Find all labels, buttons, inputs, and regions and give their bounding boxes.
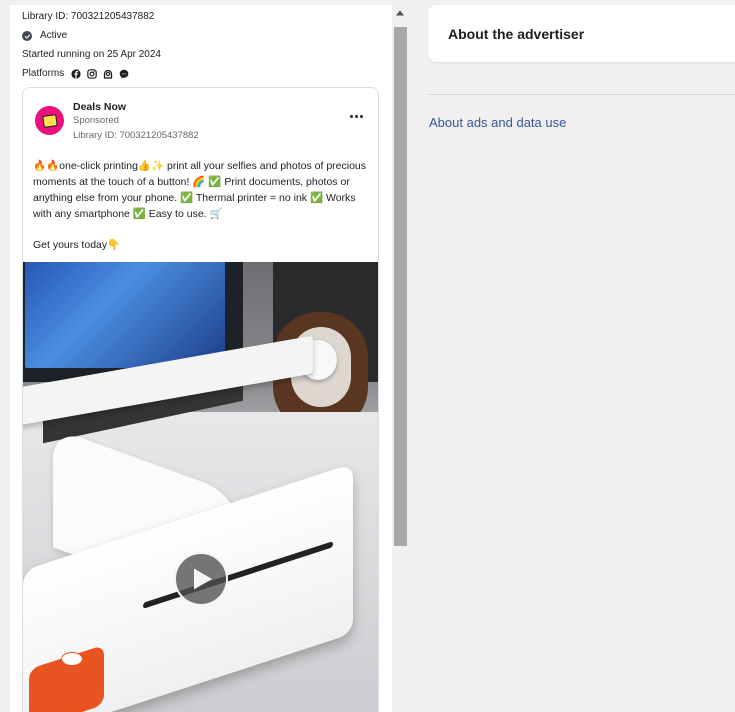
- library-id-text: Library ID: 700321205437882: [22, 11, 155, 22]
- platforms-row: Platforms: [22, 68, 129, 80]
- messenger-icon: [119, 69, 129, 79]
- started-running-text: Started running on 25 Apr 2024: [22, 49, 161, 60]
- instagram-icon: [87, 69, 98, 79]
- ad-header: Deals Now Sponsored Library ID: 70032120…: [23, 88, 378, 148]
- scrollbar-thumb[interactable]: [394, 27, 407, 546]
- platforms-label: Platforms: [22, 68, 65, 79]
- audience-network-icon: [103, 69, 113, 79]
- advertiser-logo: [41, 113, 58, 128]
- status-row: Active: [22, 30, 67, 42]
- more-dot-icon: [359, 114, 363, 118]
- ad-details-pane: Library ID: 700321205437882 Active Start…: [10, 5, 392, 712]
- active-check-icon: [22, 31, 32, 41]
- facebook-icon: [71, 69, 81, 79]
- scroll-up-arrow-icon[interactable]: [395, 9, 405, 17]
- more-options-button[interactable]: [348, 110, 364, 122]
- status-text: Active: [40, 30, 68, 41]
- sponsored-label: Sponsored: [73, 115, 119, 126]
- advertiser-name[interactable]: Deals Now: [73, 101, 126, 113]
- ad-body-text: 🔥🔥one-click printing👍✨ print all your se…: [33, 160, 367, 220]
- more-dot-icon: [354, 114, 358, 118]
- video-printer-button: [61, 652, 83, 666]
- ad-preview-card: Deals Now Sponsored Library ID: 70032120…: [22, 87, 379, 712]
- advertiser-avatar[interactable]: [35, 106, 64, 135]
- about-ads-data-link[interactable]: About ads and data use: [429, 115, 566, 130]
- play-button[interactable]: [174, 552, 228, 606]
- section-divider: [428, 94, 735, 95]
- about-advertiser-section[interactable]: About the advertiser: [428, 5, 735, 62]
- ad-cta-text: Get yours today👇: [33, 239, 121, 251]
- more-dot-icon: [349, 114, 353, 118]
- platform-icons: [71, 69, 129, 79]
- play-icon: [194, 568, 212, 590]
- about-advertiser-title[interactable]: About the advertiser: [448, 26, 584, 42]
- ad-video[interactable]: [23, 262, 378, 712]
- ad-library-id: Library ID: 700321205437882: [73, 130, 199, 141]
